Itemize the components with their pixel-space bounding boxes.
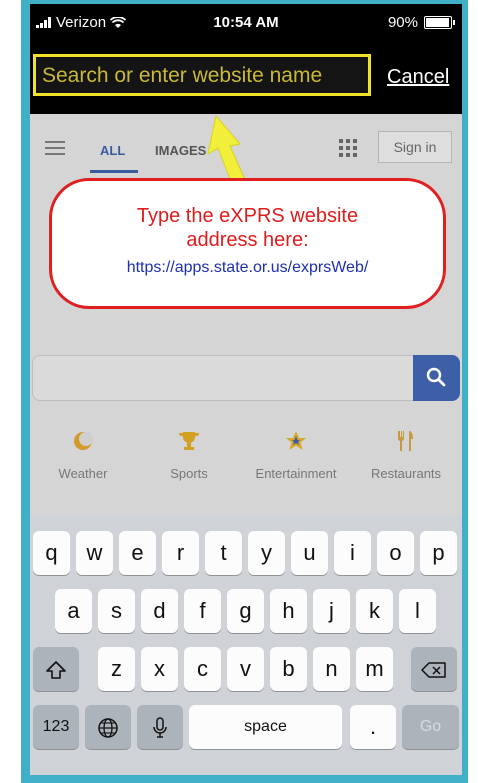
- go-key[interactable]: Go: [402, 705, 459, 749]
- shift-icon: [46, 661, 66, 679]
- ios-keyboard: q w e r t y u i o p a s d f g h j k l z …: [30, 515, 462, 775]
- key-v[interactable]: v: [227, 647, 264, 691]
- cancel-button[interactable]: Cancel: [387, 66, 449, 89]
- address-input-box[interactable]: [33, 54, 371, 96]
- apps-grid-icon[interactable]: [339, 139, 357, 157]
- shortcut-entertainment[interactable]: Entertainment: [246, 426, 346, 481]
- key-b[interactable]: b: [270, 647, 307, 691]
- key-x[interactable]: x: [141, 647, 178, 691]
- backspace-key[interactable]: [411, 647, 457, 691]
- shift-key[interactable]: [33, 647, 79, 691]
- microphone-icon: [153, 717, 167, 738]
- backspace-icon: [421, 662, 446, 678]
- key-p[interactable]: p: [420, 531, 457, 575]
- key-w[interactable]: w: [76, 531, 113, 575]
- google-search-input[interactable]: [32, 355, 413, 401]
- key-c[interactable]: c: [184, 647, 221, 691]
- key-q[interactable]: q: [33, 531, 70, 575]
- shortcut-label: Entertainment: [255, 466, 337, 481]
- shortcut-weather[interactable]: Weather: [33, 426, 133, 481]
- shortcut-sports[interactable]: Sports: [139, 426, 239, 481]
- tab-images[interactable]: IMAGES: [155, 143, 206, 158]
- address-input[interactable]: [42, 61, 360, 91]
- instruction-callout: Type the eXPRS website address here: htt…: [49, 178, 446, 309]
- key-l[interactable]: l: [399, 589, 436, 633]
- key-z[interactable]: z: [98, 647, 135, 691]
- fork-knife-icon: [397, 431, 413, 451]
- key-d[interactable]: d: [141, 589, 178, 633]
- battery-icon: [424, 16, 455, 29]
- phone-screen: Verizon 10:54 AM 90% Cancel ALL IMAGES S…: [30, 4, 462, 775]
- key-r[interactable]: r: [162, 531, 199, 575]
- google-search-button[interactable]: [413, 355, 460, 401]
- shortcut-label: Restaurants: [370, 466, 442, 481]
- battery-percent: 90%: [387, 14, 418, 31]
- space-key[interactable]: space: [189, 705, 342, 749]
- key-o[interactable]: o: [377, 531, 414, 575]
- globe-icon: [98, 718, 118, 738]
- key-u[interactable]: u: [291, 531, 328, 575]
- yellow-arrow-icon: [207, 114, 247, 185]
- globe-key[interactable]: [85, 705, 131, 749]
- key-n[interactable]: n: [313, 647, 350, 691]
- star-icon: [286, 431, 306, 450]
- hamburger-menu-icon[interactable]: [45, 141, 65, 155]
- sign-in-button[interactable]: Sign in: [378, 131, 452, 163]
- key-h[interactable]: h: [270, 589, 307, 633]
- tab-all-indicator: [90, 170, 138, 173]
- shortcut-restaurants[interactable]: Restaurants: [356, 426, 456, 481]
- key-m[interactable]: m: [356, 647, 393, 691]
- shortcuts-row: Weather Sports Entertainment Restaurants: [30, 426, 462, 486]
- shortcut-label: Sports: [170, 466, 208, 481]
- google-page: ALL IMAGES Sign in Type the eXPRS websit…: [30, 114, 462, 515]
- period-key[interactable]: .: [350, 705, 396, 749]
- callout-line-1: Type the eXPRS website: [136, 205, 359, 227]
- numbers-key[interactable]: 123: [33, 705, 79, 749]
- key-k[interactable]: k: [356, 589, 393, 633]
- key-y[interactable]: y: [248, 531, 285, 575]
- key-i[interactable]: i: [334, 531, 371, 575]
- key-e[interactable]: e: [119, 531, 156, 575]
- key-g[interactable]: g: [227, 589, 264, 633]
- key-a[interactable]: a: [55, 589, 92, 633]
- browser-address-bar: Cancel: [30, 40, 462, 114]
- callout-line-2: address here:: [186, 229, 309, 251]
- search-icon: [426, 367, 446, 387]
- key-t[interactable]: t: [205, 531, 242, 575]
- microphone-key[interactable]: [137, 705, 183, 749]
- status-bar: Verizon 10:54 AM 90%: [30, 4, 462, 40]
- trophy-icon: [178, 432, 200, 450]
- weather-icon: [74, 432, 93, 450]
- key-s[interactable]: s: [98, 589, 135, 633]
- tab-all[interactable]: ALL: [100, 143, 125, 158]
- callout-url: https://apps.state.or.us/exprsWeb/: [126, 259, 369, 276]
- shortcut-label: Weather: [58, 466, 108, 481]
- key-j[interactable]: j: [313, 589, 350, 633]
- key-f[interactable]: f: [184, 589, 221, 633]
